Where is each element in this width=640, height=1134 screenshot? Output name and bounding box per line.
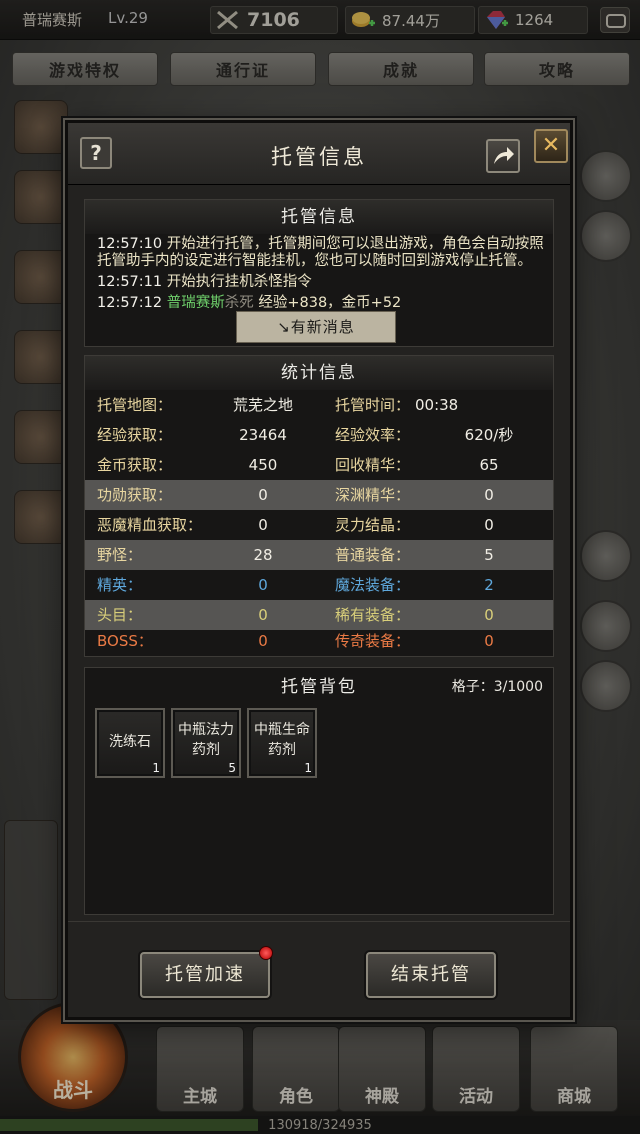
stat-value: 5: [484, 546, 494, 564]
stat-row: 经验获取： 23464 经验效率： 620/秒: [85, 420, 553, 450]
stat-label: 托管时间：: [335, 396, 411, 414]
stat-value: 0: [258, 516, 268, 534]
share-arrow-icon: [494, 147, 514, 164]
item-name: 洗练石: [109, 734, 151, 750]
log-action: 杀死: [224, 295, 254, 311]
log-entry: 12:57:12 普瑞赛斯杀死 经验+838，金币+52: [97, 295, 545, 312]
log-text: 开始执行挂机杀怪指令: [166, 274, 312, 290]
log-time: 12:57:10: [97, 236, 163, 252]
stat-row: 托管地图： 荒芜之地 托管时间： 00:38: [85, 390, 553, 420]
stat-row: 精英： 0 魔法装备： 2: [85, 570, 553, 600]
stat-label: 恶魔精血获取：: [97, 516, 203, 534]
dialog-header: ? 托管信息 ✕: [68, 123, 570, 185]
stat-value: 23464: [239, 426, 287, 444]
log-list[interactable]: 12:57:10 开始进行托管，托管期间您可以退出游戏，角色会自动按照托管助手内…: [97, 236, 545, 316]
stat-value: 0: [484, 486, 494, 504]
stat-label: 回收精华：: [335, 456, 411, 474]
bag-item[interactable]: 洗练石 1: [95, 708, 165, 778]
stat-label: 普通装备：: [335, 546, 411, 564]
stat-label: 经验获取：: [97, 426, 173, 444]
log-entry: 12:57:10 开始进行托管，托管期间您可以退出游戏，角色会自动按照托管助手内…: [97, 236, 545, 270]
stat-value: 620/秒: [464, 426, 514, 444]
item-quantity: 5: [228, 761, 236, 775]
stat-label: 深渊精华：: [335, 486, 411, 504]
stat-row: 恶魔精血获取： 0 灵力结晶： 0: [85, 510, 553, 540]
item-quantity: 1: [304, 761, 312, 775]
log-panel-title: 托管信息: [85, 200, 553, 234]
speedup-button[interactable]: 托管加速: [140, 952, 270, 998]
stat-label: 精英：: [97, 576, 143, 594]
stat-label: BOSS：: [97, 632, 153, 650]
stat-label: 金币获取：: [97, 456, 173, 474]
end-auto-play-button[interactable]: 结束托管: [366, 952, 496, 998]
stat-label: 野怪：: [97, 546, 143, 564]
bag-panel: 托管背包 格子：3/1000 洗练石 1 中瓶法力药剂 5 中瓶生命药剂 1: [84, 667, 554, 915]
stat-row: 功勋获取： 0 深渊精华： 0: [85, 480, 553, 510]
stat-value: 65: [479, 456, 499, 474]
auto-play-dialog: ? 托管信息 ✕ 托管信息 12:57:10 开始进行托管，托管期间您可以退出游…: [65, 120, 573, 1020]
log-time: 12:57:12: [97, 295, 163, 311]
stat-value: 450: [248, 456, 278, 474]
log-entry: 12:57:11 开始执行挂机杀怪指令: [97, 274, 545, 291]
notification-dot: [259, 946, 273, 960]
stat-row: 野怪： 28 普通装备： 5: [85, 540, 553, 570]
stat-row: 金币获取： 450 回收精华： 65: [85, 450, 553, 480]
item-quantity: 1: [152, 761, 160, 775]
log-reward: 经验+838，金币+52: [258, 295, 402, 311]
stat-value: 0: [484, 516, 494, 534]
stat-value: 28: [253, 546, 273, 564]
stat-value: 荒芜之地: [232, 396, 293, 414]
item-name: 中瓶法力药剂: [178, 722, 234, 758]
dialog-footer: 托管加速 结束托管: [68, 921, 570, 1017]
log-actor: 普瑞赛斯: [166, 295, 225, 311]
stat-value: 0: [484, 632, 494, 650]
stat-value: 0: [258, 486, 268, 504]
stat-label: 功勋获取：: [97, 486, 173, 504]
stats-panel-title: 统计信息: [85, 356, 553, 390]
stat-label: 经验效率：: [335, 426, 411, 444]
stat-value: 00:38: [415, 396, 459, 414]
stat-label: 传奇装备：: [335, 632, 411, 650]
stat-label: 托管地图：: [97, 396, 173, 414]
share-button[interactable]: [486, 139, 520, 173]
log-text: 开始进行托管，托管期间您可以退出游戏，角色会自动按照托管助手内的设定进行智能挂机…: [97, 236, 544, 269]
stat-label: 魔法装备：: [335, 576, 411, 594]
stat-row: BOSS： 0 传奇装备： 0: [85, 626, 553, 656]
close-button[interactable]: ✕: [534, 129, 568, 163]
bag-item[interactable]: 中瓶生命药剂 1: [247, 708, 317, 778]
bag-capacity: 格子：3/1000: [451, 679, 543, 695]
stat-value: 0: [258, 632, 268, 650]
stat-label: 灵力结晶：: [335, 516, 411, 534]
bag-item[interactable]: 中瓶法力药剂 5: [171, 708, 241, 778]
item-name: 中瓶生命药剂: [254, 722, 310, 758]
stats-panel: 统计信息 托管地图： 荒芜之地 托管时间： 00:38 经验获取： 23464 …: [84, 355, 554, 657]
stat-value: 2: [484, 576, 494, 594]
new-message-button[interactable]: ↘有新消息: [236, 311, 396, 343]
stat-value: 0: [258, 576, 268, 594]
bag-grid: 洗练石 1 中瓶法力药剂 5 中瓶生命药剂 1: [95, 708, 545, 908]
log-time: 12:57:11: [97, 274, 163, 290]
